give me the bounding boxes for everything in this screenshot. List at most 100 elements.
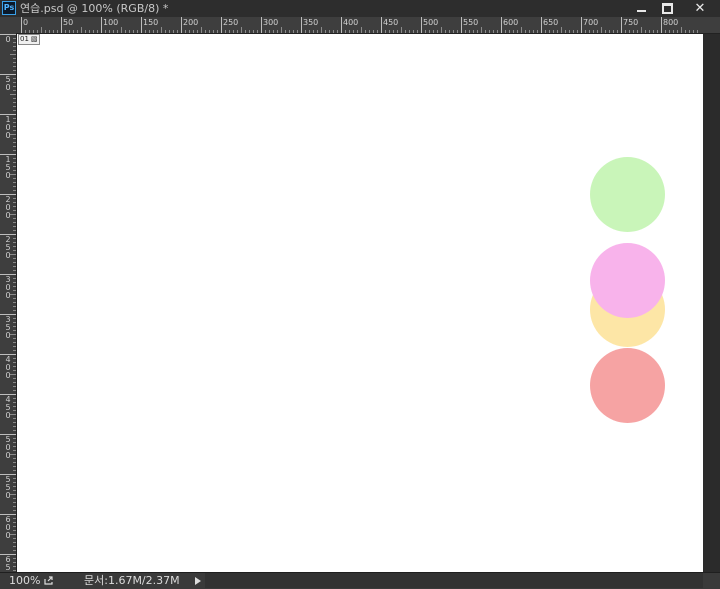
ruler-minor-tick xyxy=(13,438,16,439)
ruler-minor-tick xyxy=(13,426,16,427)
ruler-minor-tick xyxy=(693,30,694,33)
ruler-minor-tick xyxy=(13,198,16,199)
ruler-minor-tick xyxy=(13,458,16,459)
ruler-minor-tick xyxy=(389,30,390,33)
ruler-minor-tick xyxy=(13,518,16,519)
pink-circle[interactable] xyxy=(590,243,665,318)
ruler-minor-tick xyxy=(189,30,190,33)
ruler-minor-tick xyxy=(13,206,16,207)
ruler-minor-tick xyxy=(13,550,16,551)
ruler-minor-tick xyxy=(157,30,158,33)
ruler-label: 750 xyxy=(623,18,639,27)
ruler-minor-tick xyxy=(13,410,16,411)
vertical-ruler[interactable]: 05010015020025030035040045050055060065 xyxy=(0,33,17,572)
ruler-minor-tick xyxy=(41,27,42,33)
ruler-minor-tick xyxy=(233,30,234,33)
ruler-minor-tick xyxy=(653,30,654,33)
ruler-minor-tick xyxy=(413,30,414,33)
ruler-minor-tick xyxy=(13,398,16,399)
vertical-scrollbar[interactable] xyxy=(703,34,720,572)
minimize-button[interactable] xyxy=(628,0,654,16)
ruler-minor-tick xyxy=(665,30,666,33)
ruler-major-tick xyxy=(101,17,102,33)
ruler-minor-tick xyxy=(45,30,46,33)
ruler-minor-tick xyxy=(373,30,374,33)
play-icon[interactable] xyxy=(195,577,201,585)
ruler-minor-tick xyxy=(10,54,16,55)
ruler-minor-tick xyxy=(13,266,16,267)
ruler-minor-tick xyxy=(13,186,16,187)
ruler-minor-tick xyxy=(13,58,16,59)
ruler-minor-tick xyxy=(13,510,16,511)
ruler-major-tick xyxy=(541,17,542,33)
ruler-label: 0 xyxy=(23,18,29,27)
ruler-minor-tick xyxy=(25,30,26,33)
ruler-label: 50 xyxy=(63,18,74,27)
ruler-minor-tick xyxy=(13,42,16,43)
ruler-minor-tick xyxy=(317,30,318,33)
ruler-minor-tick xyxy=(521,27,522,33)
ruler-minor-tick xyxy=(353,30,354,33)
ruler-minor-tick xyxy=(13,462,16,463)
ruler-minor-tick xyxy=(13,138,16,139)
ruler-minor-tick xyxy=(13,346,16,347)
ruler-minor-tick xyxy=(329,30,330,33)
ruler-major-tick xyxy=(501,17,502,33)
document-tab-title[interactable]: 연습.psd @ 100% (RGB/8) * xyxy=(20,1,168,16)
red-circle[interactable] xyxy=(590,348,665,423)
ruler-minor-tick xyxy=(269,30,270,33)
ruler-minor-tick xyxy=(689,30,690,33)
ruler-minor-tick xyxy=(13,282,16,283)
green-circle[interactable] xyxy=(590,157,665,232)
ruler-minor-tick xyxy=(349,30,350,33)
ruler-minor-tick xyxy=(13,302,16,303)
ruler-minor-tick xyxy=(13,478,16,479)
ruler-minor-tick xyxy=(325,30,326,33)
ruler-minor-tick xyxy=(593,30,594,33)
ruler-minor-tick xyxy=(417,30,418,33)
ruler-minor-tick xyxy=(561,27,562,33)
ruler-minor-tick xyxy=(13,230,16,231)
ruler-minor-tick xyxy=(13,122,16,123)
ruler-minor-tick xyxy=(13,406,16,407)
layer-badge: 01 ▧ xyxy=(18,34,40,45)
ruler-minor-tick xyxy=(197,30,198,33)
ruler-minor-tick xyxy=(485,30,486,33)
ruler-minor-tick xyxy=(237,30,238,33)
ruler-minor-tick xyxy=(685,30,686,33)
ruler-major-tick xyxy=(21,17,22,33)
ruler-minor-tick xyxy=(505,30,506,33)
ruler-minor-tick xyxy=(217,30,218,33)
ruler-minor-tick xyxy=(173,30,174,33)
ruler-minor-tick xyxy=(577,30,578,33)
ruler-label: 700 xyxy=(583,18,599,27)
zoom-level[interactable]: 100% xyxy=(9,573,40,588)
ruler-minor-tick xyxy=(13,370,16,371)
ruler-minor-tick xyxy=(225,30,226,33)
ruler-minor-tick xyxy=(13,162,16,163)
export-icon[interactable] xyxy=(44,576,54,585)
close-button[interactable]: ✕ xyxy=(680,0,720,16)
horizontal-ruler[interactable]: 0 50 100 150 200 250 300 350 400 450 500 550 600 650 7… xyxy=(16,17,720,34)
ruler-minor-tick xyxy=(13,446,16,447)
horizontal-scrollbar[interactable] xyxy=(205,573,703,588)
ruler-minor-tick xyxy=(613,30,614,33)
ruler-minor-tick xyxy=(10,494,16,495)
ruler-minor-tick xyxy=(13,262,16,263)
ruler-minor-tick xyxy=(489,30,490,33)
ruler-minor-tick xyxy=(669,30,670,33)
ruler-minor-tick xyxy=(13,306,16,307)
ruler-minor-tick xyxy=(37,30,38,33)
ruler-minor-tick xyxy=(13,286,16,287)
ruler-minor-tick xyxy=(13,50,16,51)
ruler-origin-corner[interactable] xyxy=(0,17,16,33)
document-canvas[interactable]: 01 ▧ xyxy=(17,34,703,572)
ruler-minor-tick xyxy=(509,30,510,33)
ruler-minor-tick xyxy=(229,30,230,33)
ruler-minor-tick xyxy=(10,134,16,135)
ruler-minor-tick xyxy=(13,310,16,311)
maximize-button[interactable] xyxy=(654,0,680,16)
ruler-minor-tick xyxy=(13,422,16,423)
ruler-minor-tick xyxy=(601,27,602,33)
ruler-minor-tick xyxy=(545,30,546,33)
